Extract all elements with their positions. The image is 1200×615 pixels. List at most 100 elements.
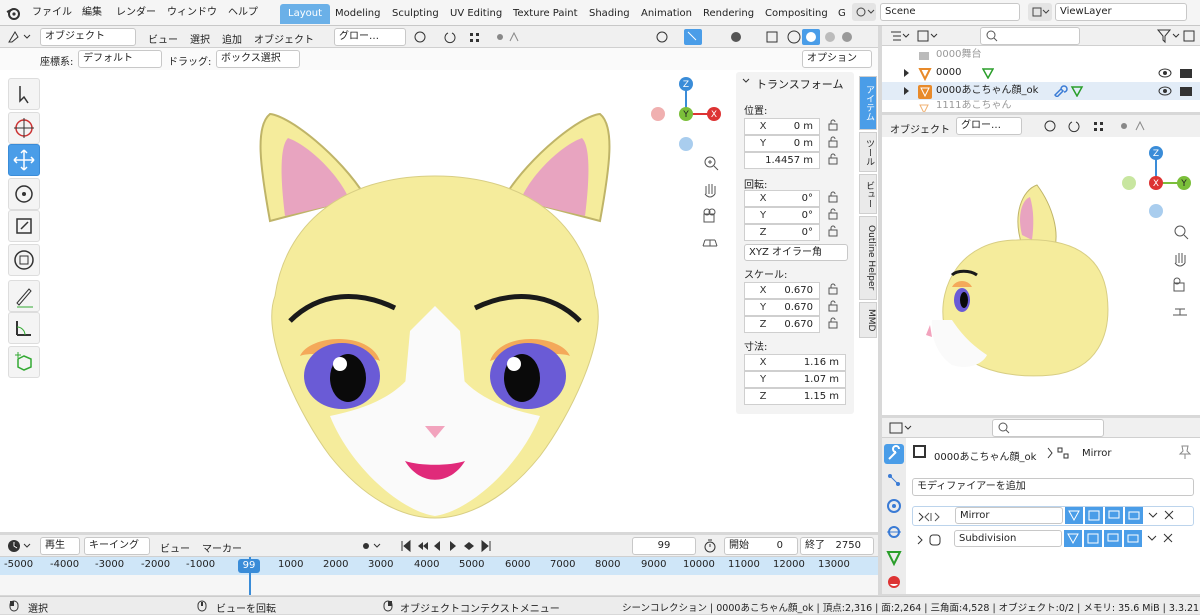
tab-outline-helper[interactable]: Outline Helper [859,216,877,300]
tab-item[interactable]: アイテム [859,76,877,130]
playback-dropdown[interactable]: 再生 [40,537,80,555]
drag-dropdown[interactable]: ボックス選択 [216,50,300,68]
tab-animation[interactable]: Animation [633,4,700,24]
tab-texture-paint[interactable]: Texture Paint [505,4,586,24]
tab-shading[interactable]: Shading [581,4,638,24]
data-tab-icon[interactable] [884,548,904,568]
tab-layout[interactable]: Layout [280,4,330,24]
rotation-mode-dropdown[interactable]: XYZ オイラー角 [744,244,848,261]
side-mode-label[interactable]: オブジェクト [890,121,950,136]
coord-dropdown[interactable]: デフォルト [78,50,162,68]
blender-logo-icon[interactable] [6,6,20,20]
viewport-shading-group[interactable] [650,29,876,45]
scale-lock-icons[interactable] [826,282,840,334]
modifier-name-input[interactable]: Mirror [955,507,1063,524]
tab-rendering[interactable]: Rendering [695,4,762,24]
options-dropdown[interactable]: オプション [802,50,872,68]
annotate-tool-button[interactable] [8,280,40,312]
outliner-editor-type-icon[interactable] [888,28,942,44]
rotation-x-field[interactable]: X 0° [744,190,820,207]
keying-dropdown[interactable]: キーイング [84,537,150,555]
timeline-track-area[interactable] [0,575,878,595]
editor-type-icon[interactable] [6,29,36,45]
outliner-row-1111[interactable]: 1111あこちゃん [882,100,1200,112]
tab-uv-editing[interactable]: UV Editing [442,4,510,24]
menu-view[interactable]: ビュー [148,31,178,46]
location-y-field[interactable]: Y 0 m [744,135,820,152]
outliner-row-stage[interactable]: 0000舞台 [882,46,1200,64]
location-x-field[interactable]: X 0 m [744,118,820,135]
tab-compositing[interactable]: Compositing [757,4,836,24]
lock-icon-column[interactable] [826,118,840,242]
properties-search-input[interactable] [992,419,1104,437]
stopwatch-icon[interactable] [702,538,718,554]
timeline-marker-menu[interactable]: マーカー [202,540,242,555]
scale-tool-button[interactable] [8,210,40,242]
select-tool-button[interactable] [8,78,40,110]
menu-add[interactable]: 追加 [222,31,242,46]
side-snap-group[interactable] [1042,118,1162,134]
measure-tool-button[interactable] [8,312,40,344]
tab-view[interactable]: ビュー [859,174,877,214]
mode-dropdown[interactable]: オブジェクト [40,28,136,46]
side-orientation-dropdown[interactable]: グロー… [956,117,1022,135]
snap-proportional-group[interactable] [412,29,522,45]
tab-more[interactable]: G [830,4,854,24]
end-frame-field[interactable]: 終了 2750 [800,537,874,555]
particles-tab-icon[interactable] [884,470,904,490]
scene-type-dropdown[interactable] [852,3,876,21]
location-z-field[interactable]: Z1.4457 m [744,152,820,169]
dimension-x-field[interactable]: X 1.16 m [744,354,846,371]
side-navigation-gizmo[interactable]: Z Y X [1122,145,1198,221]
transform-orientation-dropdown[interactable]: グロー… [334,28,406,46]
cursor-tool-button[interactable] [8,112,40,144]
timeline-view-menu[interactable]: ビュー [160,540,190,555]
menu-select[interactable]: 選択 [190,31,210,46]
rotate-tool-button[interactable] [8,178,40,210]
scale-z-field[interactable]: Z 0.670 [744,316,820,333]
collapse-chevron-icon[interactable] [742,77,750,87]
rotation-y-field[interactable]: Y 0° [744,207,820,224]
view-layer-field[interactable]: ViewLayer [1055,3,1187,21]
filter-icon[interactable] [1156,28,1196,44]
tab-tool[interactable]: ツール [859,132,877,172]
modifier-tab-wrench-icon[interactable] [884,444,904,464]
playback-controls[interactable] [360,538,500,554]
dimension-z-field[interactable]: Z 1.15 m [744,388,846,405]
menu-edit[interactable]: 編集 [82,5,102,21]
side-3d-viewport[interactable]: オブジェクト グロー… Z Y X [882,115,1200,415]
scale-y-field[interactable]: Y 0.670 [744,299,820,316]
material-tab-icon[interactable] [884,572,904,592]
physics-tab-icon[interactable] [884,496,904,516]
3d-viewport[interactable]: オブジェクト ビュー 選択 追加 オブジェクト グロー… 座標系: デフォルト … [0,26,878,532]
add-cube-tool-button[interactable] [8,346,40,378]
outliner-row-0000[interactable]: 0000 [882,64,1200,82]
scene-field[interactable]: Scene [880,3,1020,21]
menu-help[interactable]: ヘルプ [228,5,258,21]
timeline-editor-type-icon[interactable] [6,538,36,554]
navigation-gizmo[interactable]: Z Y X [648,76,724,152]
add-modifier-dropdown[interactable]: モディファイアーを追加 [912,478,1194,496]
move-tool-button[interactable] [8,144,40,176]
tab-modeling[interactable]: Modeling [327,4,389,24]
modifier-name-input[interactable]: Subdivision [954,530,1062,547]
rotation-z-field[interactable]: Z 0° [744,224,820,241]
playhead-frame-badge[interactable]: 99 [238,559,260,573]
pin-icon[interactable] [1178,444,1192,460]
menu-file[interactable]: ファイル [32,5,72,21]
tab-mmd[interactable]: MMD [859,302,877,338]
view-layer-icon[interactable] [1028,3,1052,21]
menu-object[interactable]: オブジェクト [254,31,314,46]
properties-editor-type-icon[interactable] [888,420,918,436]
modifier-row-mirror[interactable]: Mirror [912,506,1194,526]
scale-x-field[interactable]: X 0.670 [744,282,820,299]
start-frame-field[interactable]: 開始 0 [724,537,798,555]
menu-render[interactable]: レンダー [116,5,156,21]
dimension-y-field[interactable]: Y 1.07 m [744,371,846,388]
constraints-tab-icon[interactable] [884,522,904,542]
tab-sculpting[interactable]: Sculpting [384,4,447,24]
outliner-search-input[interactable] [980,27,1080,45]
current-frame-field[interactable]: 99 [632,537,696,555]
transform-tool-button[interactable] [8,244,40,276]
outliner-row-face[interactable]: 0000あこちゃん顔_ok [882,82,1200,100]
